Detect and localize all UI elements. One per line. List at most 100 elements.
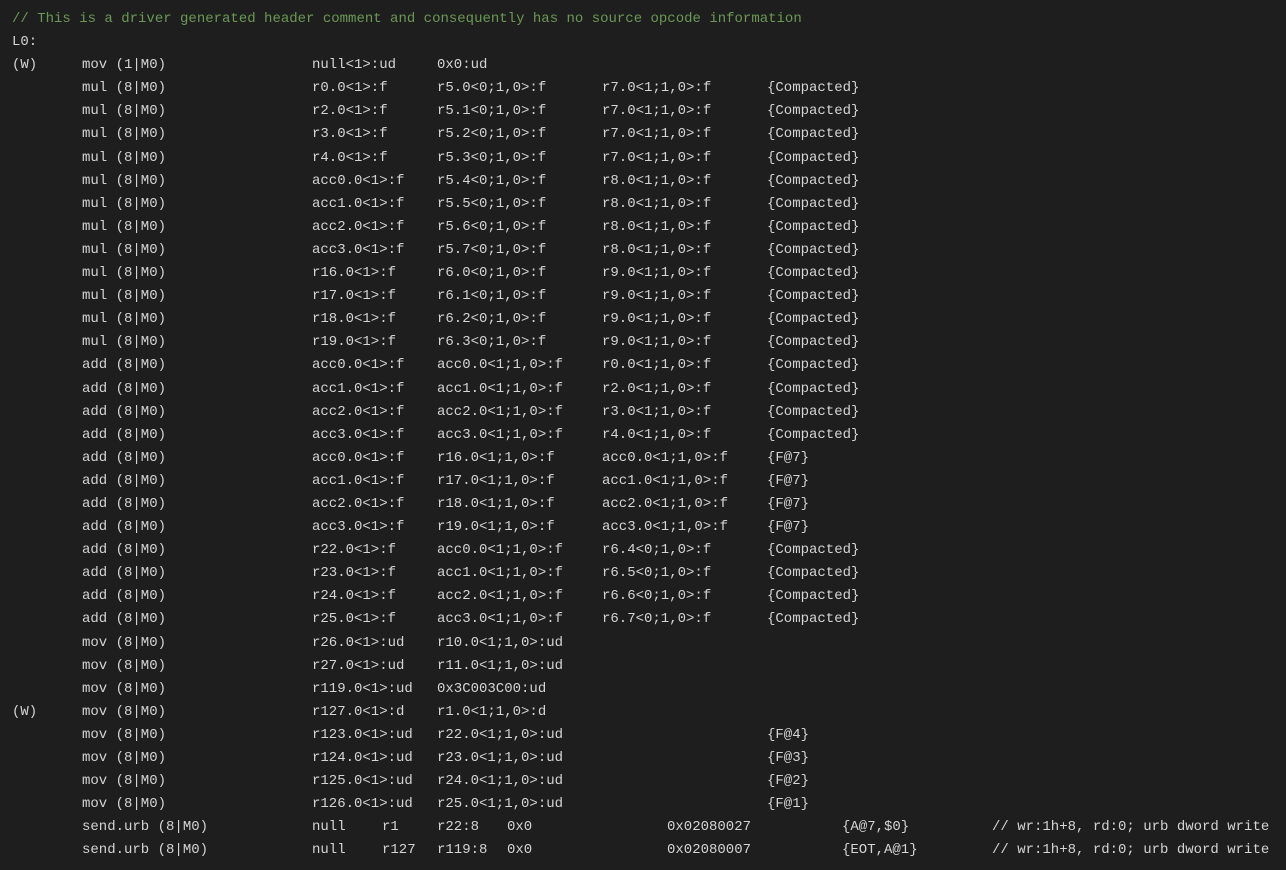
src1: r4.0<1;1,0>:f — [602, 424, 767, 447]
send-src1: r22:8 — [437, 816, 507, 839]
src0: r6.1<0;1,0>:f — [437, 285, 602, 308]
src0: r5.7<0;1,0>:f — [437, 239, 602, 262]
predicate — [12, 378, 82, 401]
send-desc: 0x02080007 — [667, 839, 842, 862]
src0: r25.0<1;1,0>:ud — [437, 793, 602, 816]
predicate — [12, 793, 82, 816]
src1: r7.0<1;1,0>:f — [602, 147, 767, 170]
predicate — [12, 747, 82, 770]
send-imm0: 0x0 — [507, 839, 562, 862]
src0: r6.0<0;1,0>:f — [437, 262, 602, 285]
asm-row: add (8|M0)r24.0<1>:facc2.0<1;1,0>:fr6.6<… — [12, 585, 1274, 608]
src0: r1.0<1;1,0>:d — [437, 701, 602, 724]
inst-flags: {Compacted} — [767, 354, 907, 377]
opcode: add (8|M0) — [82, 354, 312, 377]
dst: r19.0<1>:f — [312, 331, 437, 354]
predicate — [12, 585, 82, 608]
src0: acc3.0<1;1,0>:f — [437, 424, 602, 447]
predicate: (W) — [12, 701, 82, 724]
asm-row: mul (8|M0)acc0.0<1>:fr5.4<0;1,0>:fr8.0<1… — [12, 170, 1274, 193]
predicate — [12, 193, 82, 216]
dst: r16.0<1>:f — [312, 262, 437, 285]
src0: r5.5<0;1,0>:f — [437, 193, 602, 216]
src0: r5.2<0;1,0>:f — [437, 123, 602, 146]
opcode: mov (8|M0) — [82, 793, 312, 816]
asm-row: mov (8|M0)r125.0<1>:udr24.0<1;1,0>:ud{F@… — [12, 770, 1274, 793]
inst-flags: {Compacted} — [767, 308, 907, 331]
inst-flags — [767, 678, 907, 701]
src1 — [602, 678, 767, 701]
inst-flags: {F@7} — [767, 470, 907, 493]
opcode: mov (8|M0) — [82, 655, 312, 678]
predicate — [12, 100, 82, 123]
opcode: mul (8|M0) — [82, 193, 312, 216]
opcode: mul (8|M0) — [82, 308, 312, 331]
inst-flags — [767, 701, 907, 724]
opcode: mul (8|M0) — [82, 77, 312, 100]
src1: r7.0<1;1,0>:f — [602, 100, 767, 123]
predicate — [12, 308, 82, 331]
inst-flags: {Compacted} — [767, 262, 907, 285]
src1 — [602, 724, 767, 747]
asm-row: mul (8|M0)r4.0<1>:fr5.3<0;1,0>:fr7.0<1;1… — [12, 147, 1274, 170]
opcode: add (8|M0) — [82, 378, 312, 401]
dst: r3.0<1>:f — [312, 123, 437, 146]
predicate — [12, 147, 82, 170]
predicate — [12, 816, 82, 839]
asm-row: mul (8|M0)acc1.0<1>:fr5.5<0;1,0>:fr8.0<1… — [12, 193, 1274, 216]
dst: acc0.0<1>:f — [312, 354, 437, 377]
inst-flags: {Compacted} — [767, 285, 907, 308]
src0: r23.0<1;1,0>:ud — [437, 747, 602, 770]
dst: r126.0<1>:ud — [312, 793, 437, 816]
opcode: mul (8|M0) — [82, 100, 312, 123]
opcode: send.urb (8|M0) — [82, 816, 312, 839]
inst-flags: {Compacted} — [767, 100, 907, 123]
dst: r4.0<1>:f — [312, 147, 437, 170]
asm-row: mul (8|M0)r3.0<1>:fr5.2<0;1,0>:fr7.0<1;1… — [12, 123, 1274, 146]
dst: acc2.0<1>:f — [312, 493, 437, 516]
predicate — [12, 470, 82, 493]
predicate — [12, 678, 82, 701]
dst: r17.0<1>:f — [312, 285, 437, 308]
src1: r9.0<1;1,0>:f — [602, 285, 767, 308]
opcode: mov (8|M0) — [82, 632, 312, 655]
predicate — [12, 562, 82, 585]
src1: r8.0<1;1,0>:f — [602, 170, 767, 193]
dst: acc0.0<1>:f — [312, 170, 437, 193]
inst-flags: {Compacted} — [767, 170, 907, 193]
inst-flags: {Compacted} — [767, 239, 907, 262]
src1: r6.7<0;1,0>:f — [602, 608, 767, 631]
asm-row: mov (8|M0)r26.0<1>:udr10.0<1;1,0>:ud — [12, 632, 1274, 655]
opcode: mul (8|M0) — [82, 216, 312, 239]
predicate — [12, 123, 82, 146]
send-src0: r127 — [382, 839, 437, 862]
src1: acc1.0<1;1,0>:f — [602, 470, 767, 493]
src0: r6.2<0;1,0>:f — [437, 308, 602, 331]
asm-row: mov (8|M0)r126.0<1>:udr25.0<1;1,0>:ud{F@… — [12, 793, 1274, 816]
src1: acc3.0<1;1,0>:f — [602, 516, 767, 539]
inst-flags: {F@7} — [767, 493, 907, 516]
opcode: mov (8|M0) — [82, 678, 312, 701]
dst: r27.0<1>:ud — [312, 655, 437, 678]
dst: r26.0<1>:ud — [312, 632, 437, 655]
src1: r7.0<1;1,0>:f — [602, 77, 767, 100]
predicate — [12, 724, 82, 747]
asm-row: add (8|M0)r23.0<1>:facc1.0<1;1,0>:fr6.5<… — [12, 562, 1274, 585]
predicate — [12, 285, 82, 308]
dst: r125.0<1>:ud — [312, 770, 437, 793]
inline-comment: // wr:1h+8, rd:0; urb dword write — [992, 816, 1269, 839]
inline-comment: // wr:1h+8, rd:0; urb dword write — [992, 839, 1269, 862]
dst: r18.0<1>:f — [312, 308, 437, 331]
predicate — [12, 608, 82, 631]
asm-row: add (8|M0)acc0.0<1>:fr16.0<1;1,0>:facc0.… — [12, 447, 1274, 470]
asm-row: add (8|M0)acc3.0<1>:fr19.0<1;1,0>:facc3.… — [12, 516, 1274, 539]
header-comment: // This is a driver generated header com… — [12, 8, 1274, 31]
asm-send-row: send.urb (8|M0)nullr1r22:80x00x02080027{… — [12, 816, 1274, 839]
inst-flags: {A@7,$0} — [842, 816, 992, 839]
asm-row: mul (8|M0)r19.0<1>:fr6.3<0;1,0>:fr9.0<1;… — [12, 331, 1274, 354]
predicate: (W) — [12, 54, 82, 77]
asm-row: (W)mov (1|M0)null<1>:ud0x0:ud — [12, 54, 1274, 77]
predicate — [12, 770, 82, 793]
src0: r19.0<1;1,0>:f — [437, 516, 602, 539]
src1: r9.0<1;1,0>:f — [602, 331, 767, 354]
